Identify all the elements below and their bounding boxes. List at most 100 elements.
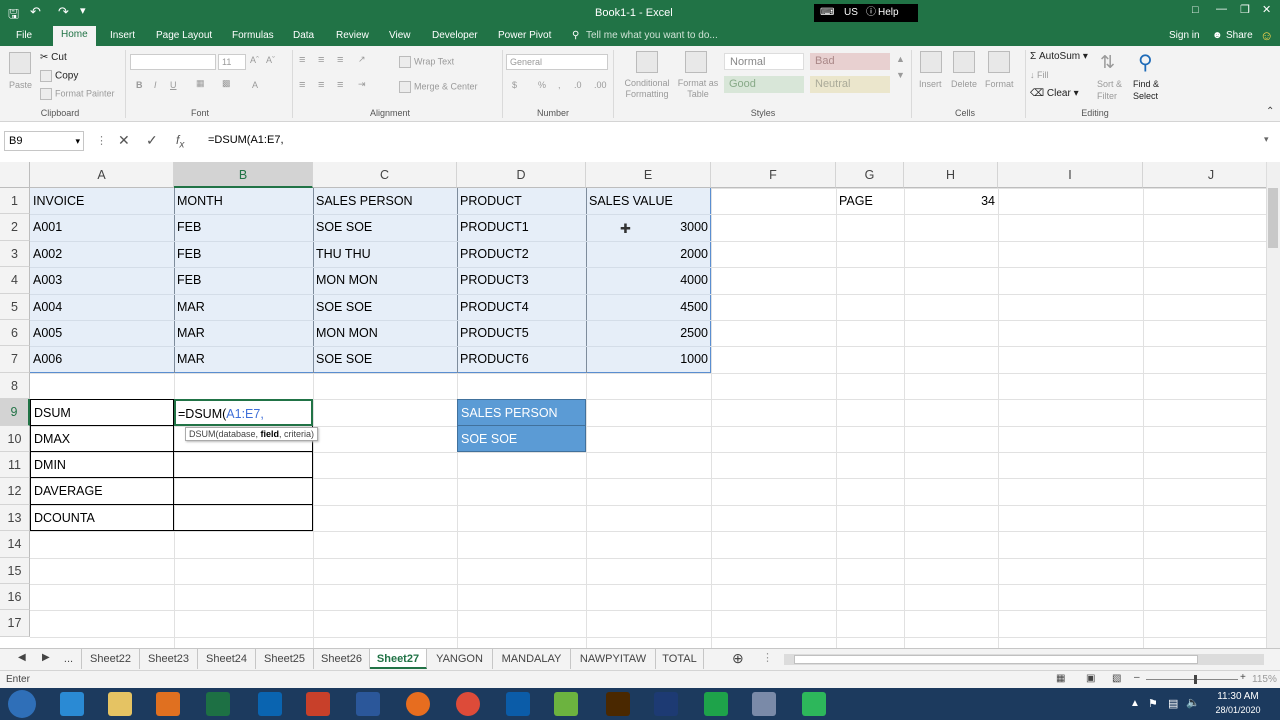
data-cell-a5[interactable]: A004	[30, 294, 174, 320]
new-sheet-icon[interactable]: ⊕	[732, 650, 744, 667]
firefox-icon[interactable]	[406, 692, 430, 716]
conditional-formatting-button[interactable]: Conditional Formatting	[618, 78, 676, 100]
sheet-tab-more[interactable]: ...	[56, 649, 82, 669]
sheet-tab-mandalay[interactable]: MANDALAY	[493, 649, 571, 669]
header-cell-a[interactable]: INVOICE	[30, 188, 174, 214]
expand-formula-bar-icon[interactable]: ▾	[1264, 134, 1269, 145]
find-icon[interactable]: ⚲	[1138, 50, 1153, 75]
powerpoint-icon[interactable]	[306, 692, 330, 716]
comma-icon[interactable]: ,	[558, 80, 561, 90]
redo-icon[interactable]: ↷	[58, 4, 69, 20]
insert-function-icon[interactable]: fx	[176, 133, 184, 150]
paste-icon[interactable]	[9, 52, 31, 74]
sheet-tab-total[interactable]: TOTAL	[656, 649, 704, 669]
row-header-12[interactable]: 12	[0, 478, 30, 505]
sheet-tab-sheet24[interactable]: Sheet24	[198, 649, 256, 669]
next-sheet-icon[interactable]: ▶	[42, 652, 50, 663]
save-icon[interactable]: 🖫	[8, 5, 19, 27]
sheet-tab-sheet22[interactable]: Sheet22	[82, 649, 140, 669]
tab-review[interactable]: Review	[336, 29, 369, 46]
tab-data[interactable]: Data	[293, 29, 314, 46]
delete-cells-button[interactable]: Delete	[951, 79, 977, 89]
row-header-11[interactable]: 11	[0, 452, 30, 479]
chrome-icon[interactable]	[456, 692, 480, 716]
data-cell-e4[interactable]: 4000	[586, 267, 711, 293]
column-header-h[interactable]: H	[904, 162, 998, 188]
tray-volume-icon[interactable]: 🔈	[1186, 696, 1200, 709]
file-explorer-icon[interactable]	[108, 692, 132, 716]
smiley-icon[interactable]: ☺	[1260, 29, 1273, 46]
worksheet-grid[interactable]: A B C D E F G H I J 1 2 3 4 5 6 7 8 9 10 11 12 13 14 15 16 17 INVOI…	[0, 162, 1280, 648]
shrink-font-icon[interactable]: Aˇ	[266, 55, 275, 65]
header-cell-e[interactable]: SALES VALUE	[586, 188, 711, 214]
column-header-b[interactable]: B	[174, 162, 313, 188]
format-as-table-icon[interactable]	[685, 51, 707, 73]
tab-formulas[interactable]: Formulas	[232, 29, 274, 46]
top-align-icon[interactable]: ≡	[299, 54, 305, 66]
data-cell-c6[interactable]: MON MON	[313, 320, 457, 346]
row-header-7[interactable]: 7	[0, 346, 30, 373]
cut-button[interactable]: ✂ Cut	[40, 52, 67, 63]
normal-view-icon[interactable]: ▦	[1056, 673, 1065, 684]
row-header-5[interactable]: 5	[0, 293, 30, 320]
customize-toolbar-icon[interactable]: ▾	[80, 4, 86, 17]
photoshop-2-icon[interactable]	[654, 692, 678, 716]
italic-icon[interactable]: I	[154, 80, 157, 90]
middle-align-icon[interactable]: ≡	[318, 54, 324, 66]
data-cell-a2[interactable]: A001	[30, 214, 174, 240]
bottom-align-icon[interactable]: ≡	[337, 54, 343, 66]
grow-font-icon[interactable]: Aˆ	[250, 55, 259, 65]
row-header-14[interactable]: 14	[0, 531, 30, 558]
conditional-formatting-icon[interactable]	[636, 51, 658, 73]
insert-cells-button[interactable]: Insert	[919, 79, 942, 89]
media-player-icon[interactable]	[156, 692, 180, 716]
decrease-decimal-icon[interactable]: .00	[594, 80, 607, 90]
column-header-j[interactable]: J	[1143, 162, 1280, 188]
tell-me-search[interactable]: Tell me what you want to do...	[586, 29, 718, 46]
result-cell-b13[interactable]	[174, 504, 313, 532]
data-cell-a6[interactable]: A005	[30, 320, 174, 346]
header-cell-c[interactable]: SALES PERSON	[313, 188, 457, 214]
align-right-icon[interactable]: ≡	[337, 79, 343, 91]
sheet-tab-sheet27[interactable]: Sheet27	[370, 649, 427, 669]
page-value-cell[interactable]: 34	[904, 188, 998, 214]
sheet-tab-sheet26[interactable]: Sheet26	[314, 649, 370, 669]
styles-scroll-up-icon[interactable]: ▲	[896, 54, 905, 64]
internet-explorer-icon[interactable]	[60, 692, 84, 716]
merge-center-button[interactable]: Merge & Center	[399, 81, 478, 93]
illustrator-icon[interactable]	[606, 692, 630, 716]
zoom-level[interactable]: 115%	[1252, 674, 1277, 685]
function-name-cell-dmax[interactable]: DMAX	[30, 425, 174, 452]
vertical-scroll-thumb[interactable]	[1268, 188, 1278, 248]
language-bar[interactable]: ⌨ US ⓘ Help	[814, 4, 918, 22]
image-app-icon[interactable]	[752, 692, 776, 716]
row-header-9[interactable]: 9	[0, 399, 30, 426]
font-size-select[interactable]: 11	[218, 54, 246, 70]
header-cell-b[interactable]: MONTH	[174, 188, 313, 214]
camtasia-icon[interactable]	[704, 692, 728, 716]
align-left-icon[interactable]: ≡	[299, 79, 305, 91]
photoshop-icon[interactable]	[506, 692, 530, 716]
style-bad[interactable]: Bad	[810, 53, 890, 70]
paste-button[interactable]: Paste	[9, 80, 32, 90]
criteria-value-cell[interactable]: SOE SOE	[457, 425, 586, 452]
criteria-header-cell[interactable]: SALES PERSON	[457, 399, 586, 426]
column-header-i[interactable]: I	[998, 162, 1143, 188]
wrap-text-button[interactable]: Wrap Text	[399, 56, 454, 68]
function-name-cell-dcounta[interactable]: DCOUNTA	[30, 504, 174, 532]
row-header-6[interactable]: 6	[0, 320, 30, 347]
data-cell-d5[interactable]: PRODUCT4	[457, 294, 586, 320]
tray-arrow-icon[interactable]: ▲	[1130, 698, 1140, 709]
enter-icon[interactable]: ✓	[146, 132, 158, 149]
zoom-out-icon[interactable]: –	[1134, 672, 1140, 683]
style-neutral[interactable]: Neutral	[810, 76, 890, 93]
find-select-button[interactable]: Find & Select	[1133, 78, 1169, 102]
clear-button[interactable]: ⌫ Clear ▾	[1030, 88, 1079, 99]
column-header-e[interactable]: E	[586, 162, 711, 188]
row-header-4[interactable]: 4	[0, 267, 30, 294]
tray-flag-icon[interactable]: ⚑	[1148, 697, 1158, 710]
copy-button[interactable]: Copy	[40, 70, 78, 82]
data-cell-d6[interactable]: PRODUCT5	[457, 320, 586, 346]
font-name-select[interactable]	[130, 54, 216, 70]
data-cell-c4[interactable]: MON MON	[313, 267, 457, 293]
